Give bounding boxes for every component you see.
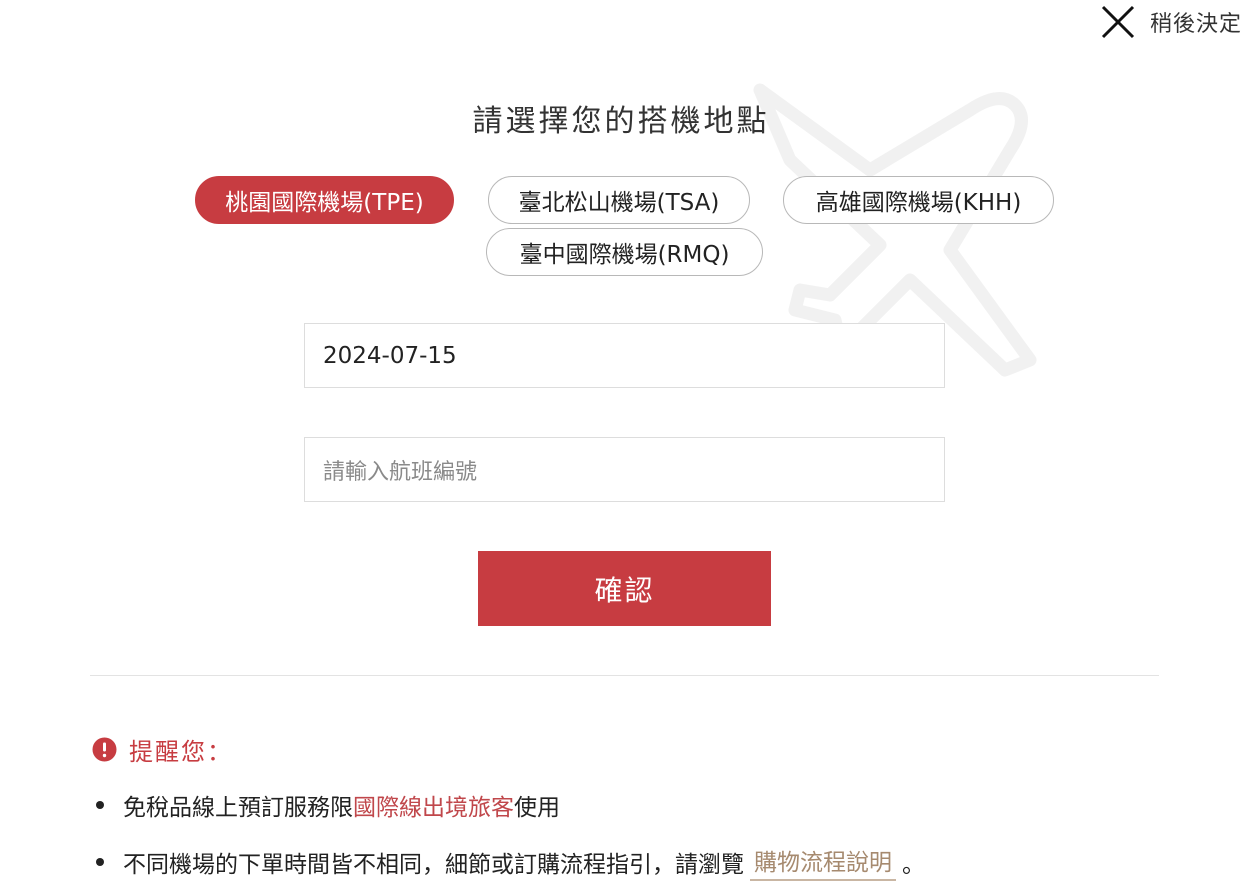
reminder-heading: 提醒您： bbox=[92, 732, 233, 767]
flight-number-input[interactable]: 請輸入航班編號 bbox=[304, 437, 945, 502]
divider bbox=[90, 675, 1159, 676]
note-1-text: 免稅品線上預訂服務限 bbox=[123, 795, 353, 821]
decide-later-label: 稍後決定 bbox=[1149, 12, 1242, 37]
airport-option-khh[interactable]: 高雄國際機場(KHH) bbox=[783, 176, 1054, 224]
date-input[interactable]: 2024-07-15 bbox=[304, 323, 945, 388]
note-1-highlight: 國際線出境旅客 bbox=[353, 795, 514, 821]
exclamation-circle-icon bbox=[92, 737, 117, 762]
page-title: 請選擇您的搭機地點 bbox=[472, 104, 770, 139]
shopping-guide-link[interactable]: 購物流程說明 bbox=[750, 843, 896, 881]
airport-option-rmq[interactable]: 臺中國際機場(RMQ) bbox=[486, 228, 763, 276]
note-item-1: 免稅品線上預訂服務限 國際線出境旅客 使用 bbox=[96, 788, 560, 822]
airport-option-tpe[interactable]: 桃園國際機場(TPE) bbox=[195, 176, 454, 224]
note-item-2: 不同機場的下單時間皆不相同，細節或訂購流程指引，請瀏覽 購物流程說明。 bbox=[96, 843, 925, 881]
note-2-suffix: 。 bbox=[902, 852, 925, 878]
bullet bbox=[96, 801, 104, 809]
airport-option-tsa[interactable]: 臺北松山機場(TSA) bbox=[488, 176, 750, 224]
bullet bbox=[96, 858, 104, 866]
note-2-text: 不同機場的下單時間皆不相同，細節或訂購流程指引，請瀏覽 bbox=[123, 852, 744, 878]
confirm-button[interactable]: 確認 bbox=[478, 551, 771, 626]
note-1-suffix: 使用 bbox=[514, 795, 560, 821]
close-icon bbox=[1101, 5, 1135, 39]
reminder-title: 提醒您： bbox=[129, 738, 233, 766]
flight-location-dialog: 稍後決定 請選擇您的搭機地點 桃園國際機場(TPE) 臺北松山機場(TSA) 高… bbox=[0, 0, 1242, 888]
decide-later-button[interactable]: 稍後決定 bbox=[1100, 4, 1242, 40]
